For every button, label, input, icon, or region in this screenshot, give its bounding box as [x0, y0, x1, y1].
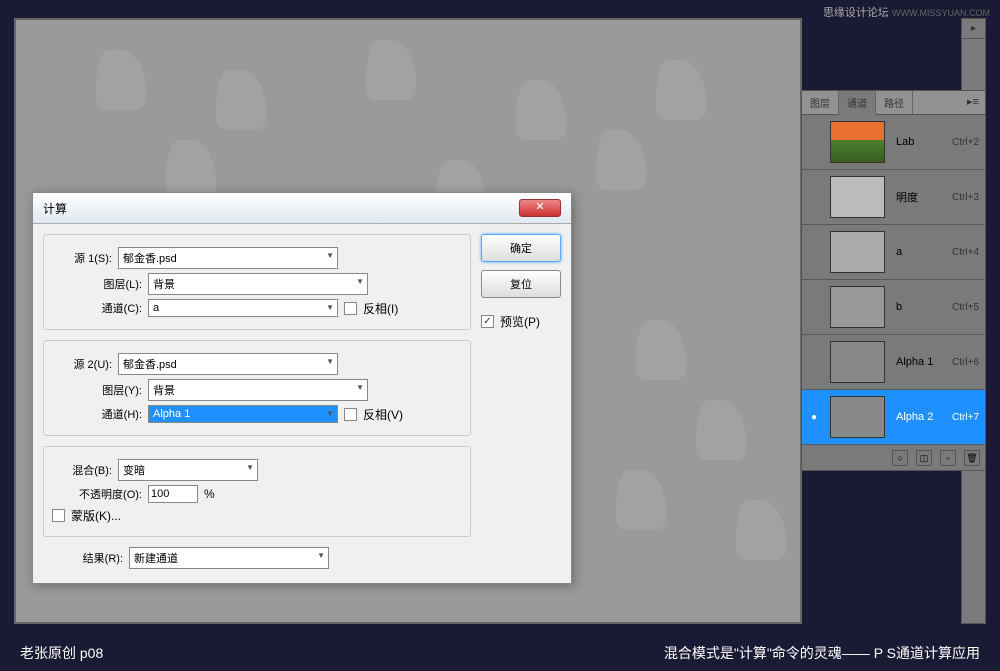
source1-channel-dropdown[interactable]: a: [148, 299, 338, 317]
ok-button[interactable]: 确定: [481, 234, 561, 262]
channel-row[interactable]: a Ctrl+4: [802, 225, 985, 280]
tab-channels[interactable]: 通道: [839, 91, 876, 115]
source1-layer-dropdown[interactable]: 背景: [148, 273, 368, 295]
save-selection-icon[interactable]: ◫: [916, 450, 932, 466]
channels-list: Lab Ctrl+2 明度 Ctrl+3 a Ctrl+4 b Ctrl+5 A…: [802, 115, 985, 445]
channel-name: b: [891, 301, 952, 313]
load-selection-icon[interactable]: ○: [892, 450, 908, 466]
opacity-input[interactable]: [148, 485, 198, 503]
source2-file-dropdown[interactable]: 郁金香.psd: [118, 353, 338, 375]
tab-paths[interactable]: 路径: [876, 91, 913, 114]
channel-shortcut: Ctrl+2: [952, 137, 983, 148]
visibility-icon[interactable]: [804, 411, 824, 423]
mask-checkbox[interactable]: [52, 509, 65, 522]
blend-mode-dropdown[interactable]: 变暗: [118, 459, 258, 481]
source1-file-dropdown[interactable]: 郁金香.psd: [118, 247, 338, 269]
channel-row[interactable]: Lab Ctrl+2: [802, 115, 985, 170]
collapse-icon[interactable]: ▸: [962, 19, 985, 39]
close-button[interactable]: ✕: [519, 199, 561, 217]
preview-checkbox[interactable]: [481, 315, 494, 328]
source1-channel-label: 通道(C):: [52, 300, 142, 316]
source2-layer-dropdown[interactable]: 背景: [148, 379, 368, 401]
panel-tabs: 图层 通道 路径 ▸≡: [802, 91, 985, 115]
source2-label: 源 2(U):: [52, 356, 112, 372]
channel-row[interactable]: b Ctrl+5: [802, 280, 985, 335]
channel-thumbnail: [830, 286, 885, 328]
watermark: 思缘设计论坛 WWW.MISSYUAN.COM: [823, 4, 990, 20]
source1-label: 源 1(S):: [52, 250, 112, 266]
source1-invert-label: 反相(I): [363, 300, 398, 317]
channel-thumbnail: [830, 231, 885, 273]
source2-channel-label: 通道(H):: [52, 406, 142, 422]
source2-layer-label: 图层(Y):: [52, 382, 142, 398]
footer-right-text: 混合模式是"计算"命令的灵魂—— P S通道计算应用: [220, 643, 980, 663]
source2-group: 源 2(U): 郁金香.psd 图层(Y): 背景 通道(H): Alpha 1…: [43, 340, 471, 436]
source2-channel-dropdown[interactable]: Alpha 1: [148, 405, 338, 423]
footer: 老张原创 p08 混合模式是"计算"命令的灵魂—— P S通道计算应用: [0, 635, 1000, 671]
source1-group: 源 1(S): 郁金香.psd 图层(L): 背景 通道(C): a 反相(I): [43, 234, 471, 330]
channel-shortcut: Ctrl+3: [952, 192, 983, 203]
cancel-button[interactable]: 复位: [481, 270, 561, 298]
source1-invert-checkbox[interactable]: [344, 302, 357, 315]
panel-menu-icon[interactable]: ▸≡: [961, 91, 985, 114]
source1-layer-label: 图层(L):: [52, 276, 142, 292]
opacity-label: 不透明度(O):: [52, 486, 142, 502]
channels-panel: 图层 通道 路径 ▸≡ Lab Ctrl+2 明度 Ctrl+3 a Ctrl+…: [801, 90, 986, 471]
dialog-titlebar[interactable]: 计算 ✕: [33, 193, 571, 224]
footer-left-text: 老张原创 p08: [20, 643, 220, 663]
blend-label: 混合(B):: [52, 462, 112, 478]
tab-layers[interactable]: 图层: [802, 91, 839, 114]
channel-name: Alpha 2: [891, 411, 952, 423]
channel-row[interactable]: 明度 Ctrl+3: [802, 170, 985, 225]
result-label: 结果(R):: [53, 550, 123, 566]
channel-name: Lab: [891, 136, 952, 148]
source2-invert-label: 反相(V): [363, 406, 403, 423]
channel-row[interactable]: Alpha 2 Ctrl+7: [802, 390, 985, 445]
channel-row[interactable]: Alpha 1 Ctrl+6: [802, 335, 985, 390]
new-channel-icon[interactable]: ▫: [940, 450, 956, 466]
channel-shortcut: Ctrl+5: [952, 302, 983, 313]
channel-thumbnail: [830, 176, 885, 218]
channel-shortcut: Ctrl+4: [952, 247, 983, 258]
channel-name: a: [891, 246, 952, 258]
channels-footer: ○ ◫ ▫ 🗑: [802, 445, 985, 470]
channel-thumbnail: [830, 121, 885, 163]
blend-group: 混合(B): 变暗 不透明度(O): % 蒙版(K)...: [43, 446, 471, 537]
channel-name: Alpha 1: [891, 356, 952, 368]
channel-shortcut: Ctrl+7: [952, 412, 983, 423]
dialog-title-text: 计算: [43, 200, 519, 217]
result-dropdown[interactable]: 新建通道: [129, 547, 329, 569]
preview-label: 预览(P): [500, 313, 540, 330]
channel-thumbnail: [830, 396, 885, 438]
channel-shortcut: Ctrl+6: [952, 357, 983, 368]
delete-channel-icon[interactable]: 🗑: [964, 450, 980, 466]
channel-thumbnail: [830, 341, 885, 383]
source2-invert-checkbox[interactable]: [344, 408, 357, 421]
mask-label: 蒙版(K)...: [71, 507, 121, 524]
channel-name: 明度: [891, 189, 952, 205]
calculations-dialog: 计算 ✕ 源 1(S): 郁金香.psd 图层(L): 背景 通道(C): a …: [32, 192, 572, 584]
opacity-unit: %: [204, 487, 215, 501]
